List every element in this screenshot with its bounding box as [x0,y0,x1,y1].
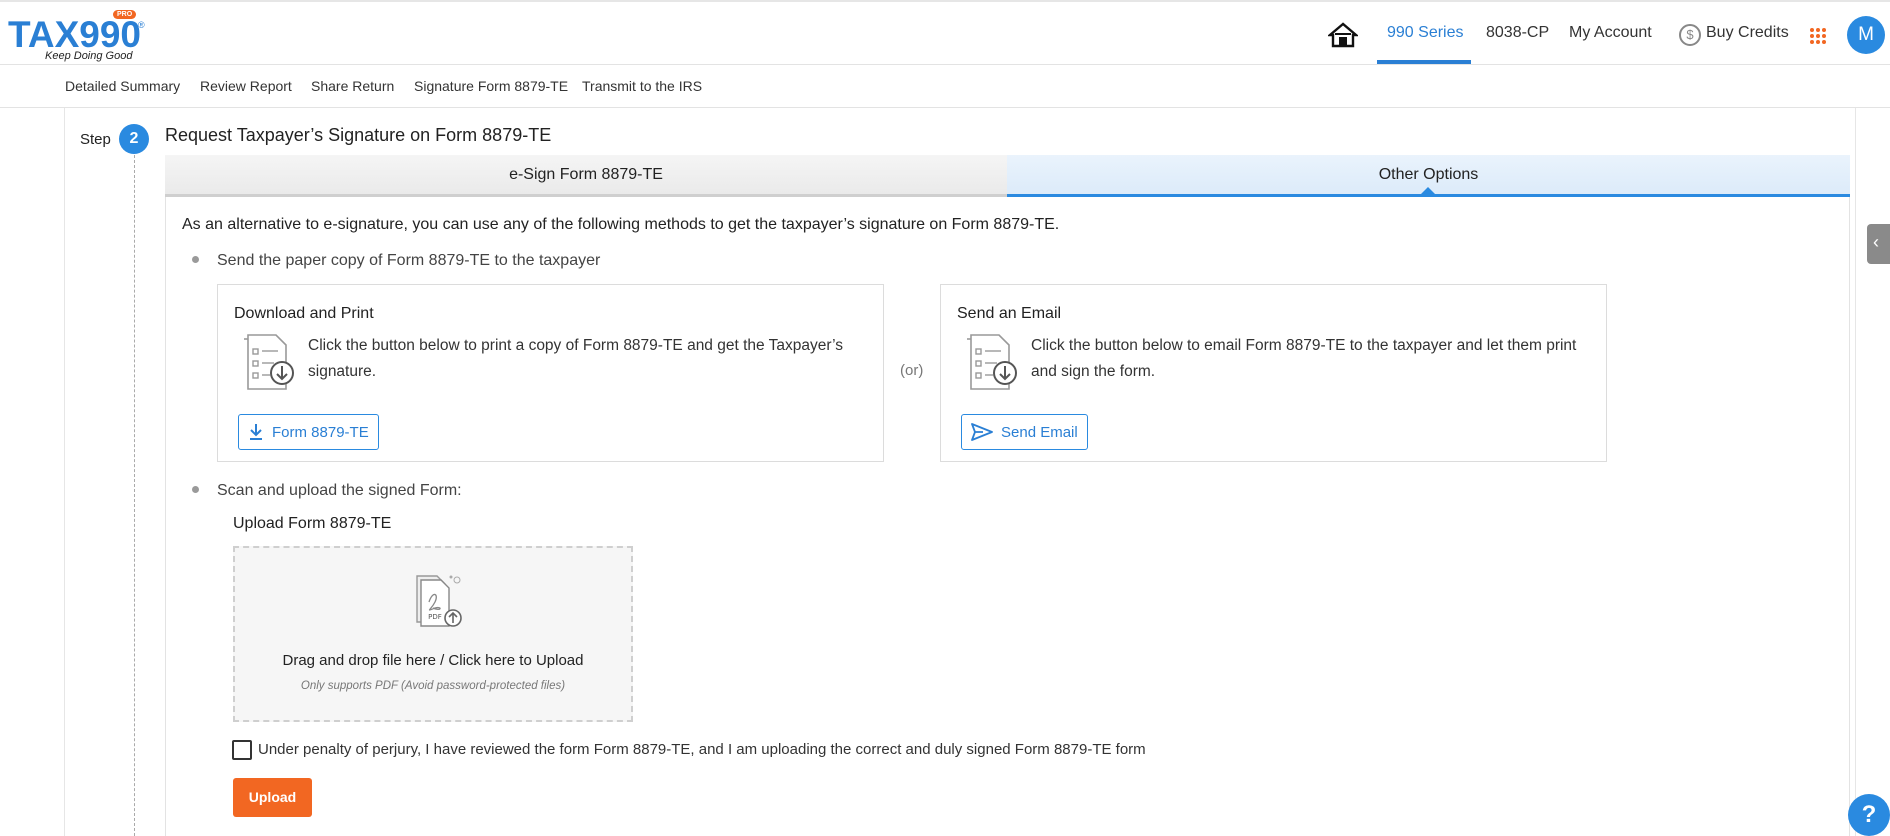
send-paper-plane-icon [971,423,993,441]
subnav-share-return[interactable]: Share Return [311,78,394,94]
or-separator: (or) [900,362,924,379]
top-header: TAX990 PRO ® Keep Doing Good 990 Series … [0,0,1890,65]
bullet-dot [192,256,199,263]
chevron-left-icon: ‹ [1873,232,1879,252]
subnav-review-report[interactable]: Review Report [200,78,292,94]
intro-text: As an alternative to e-signature, you ca… [182,216,1060,233]
send-email-button[interactable]: Send Email [961,414,1088,450]
nav-my-account[interactable]: My Account [1569,24,1652,42]
document-download-icon [967,334,1017,390]
active-nav-indicator [1377,60,1471,64]
nav-8038-cp[interactable]: 8038-CP [1486,24,1549,42]
send-email-button-label: Send Email [1001,423,1078,441]
bullet-dot [192,486,199,493]
dropzone-instruction: Drag and drop file here / Click here to … [282,652,584,669]
perjury-checkbox-label: Under penalty of perjury, I have reviewe… [258,741,1146,758]
paper-copy-option-text: Send the paper copy of Form 8879-TE to t… [217,252,601,269]
scan-upload-option-text: Scan and upload the signed Form: [217,482,462,499]
nav-990-series[interactable]: 990 Series [1387,24,1464,42]
sub-navigation: Detailed Summary Review Report Share Ret… [0,65,1890,108]
section-title: Request Taxpayer’s Signature on Form 887… [165,125,552,145]
upload-button[interactable]: Upload [233,778,312,817]
tax990-logo[interactable]: TAX990 PRO ® Keep Doing Good [8,10,145,62]
file-dropzone[interactable]: PDF Drag and drop file here / Click here… [233,546,633,722]
pdf-upload-icon: PDF [416,575,462,627]
download-card-description: Click the button below to print a copy o… [308,337,844,380]
download-form-button[interactable]: Form 8879-TE [238,414,379,450]
email-card-title: Send an Email [957,305,1062,322]
logo-tagline: Keep Doing Good [45,50,133,62]
step-label: Step [80,131,111,148]
nav-buy-credits[interactable]: Buy Credits [1706,24,1789,42]
card-border-left [64,108,65,836]
svg-text:PDF: PDF [428,613,442,621]
active-tab-caret [1421,187,1435,194]
email-card-description: Click the button below to email Form 887… [1031,337,1577,380]
download-icon [250,424,262,440]
side-panel-toggle[interactable]: ‹ [1867,224,1890,264]
user-avatar[interactable]: M [1847,16,1885,54]
dropzone-hint: Only supports PDF (Avoid password-protec… [300,680,566,692]
download-button-label: Form 8879-TE [272,423,369,441]
subnav-detailed-summary[interactable]: Detailed Summary [65,78,180,94]
perjury-checkbox[interactable] [232,740,252,760]
upload-section-title: Upload Form 8879-TE [233,515,392,532]
document-download-icon [244,334,294,390]
card-border-right [1855,108,1856,836]
subnav-signature-form[interactable]: Signature Form 8879-TE [414,78,568,94]
home-icon[interactable] [1328,22,1358,48]
tab-esign-form[interactable]: e-Sign Form 8879-TE [165,155,1007,197]
step-connector-line [134,155,135,836]
help-button[interactable]: ? [1848,794,1890,836]
logo-pro-badge: PRO [113,10,137,19]
download-print-card: Download and Print Click the button belo… [217,284,884,462]
logo-registered-mark: ® [138,20,145,30]
download-card-title: Download and Print [234,305,374,322]
send-email-card: Send an Email Click the button below to … [940,284,1607,462]
dollar-coin-icon[interactable]: $ [1679,24,1701,46]
apps-grid-icon[interactable] [1810,28,1826,44]
step-number-badge: 2 [119,124,149,154]
subnav-transmit-irs[interactable]: Transmit to the IRS [582,78,702,94]
